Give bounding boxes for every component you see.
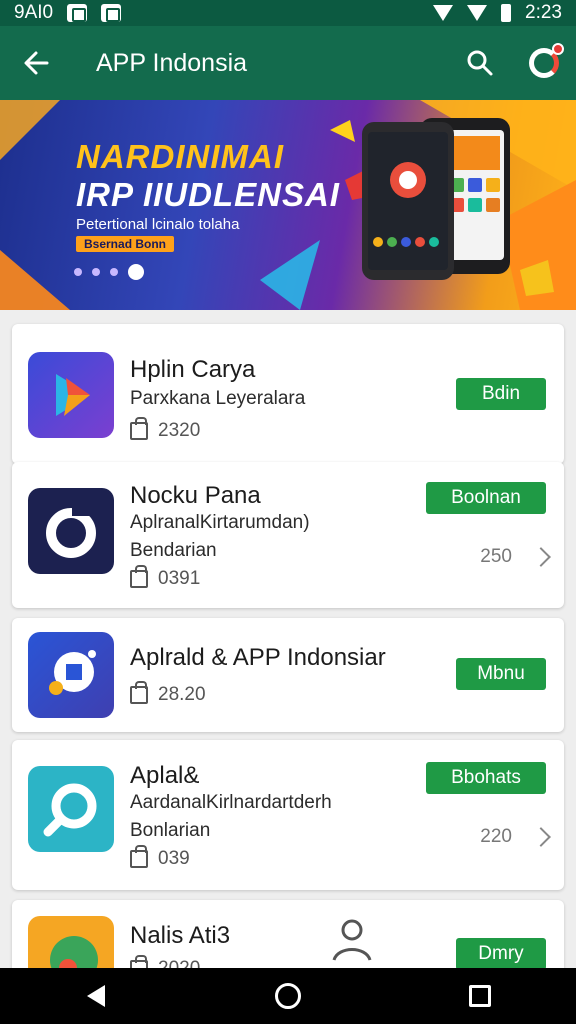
app-name: Aplrald & APP Indonsiar: [130, 644, 386, 671]
app-size: 220: [480, 826, 512, 847]
carousel-dot[interactable]: [110, 268, 118, 276]
carousel-dot[interactable]: [74, 268, 82, 276]
magnifier-shape-icon: [43, 783, 97, 837]
search-button[interactable]: [448, 26, 512, 100]
carousel-indicator: [74, 264, 144, 280]
app-meta: 0391: [130, 565, 201, 590]
app-description: Parxkana Leyeralara: [130, 388, 306, 409]
wifi-icon: [433, 5, 454, 21]
app-action-button[interactable]: Bbohats: [426, 762, 546, 794]
system-nav-bar: [0, 968, 576, 1024]
shopping-bag-icon: [130, 565, 148, 588]
status-time: 2:23: [525, 2, 562, 23]
shopping-bag-icon: [130, 417, 148, 440]
app-meta: 2320: [130, 417, 201, 442]
notification-icon: [101, 4, 122, 22]
banner-headline-1: NARDINIMAI: [76, 138, 284, 175]
app-size: 250: [480, 546, 512, 567]
notifications-button[interactable]: [512, 26, 576, 100]
notification-ring-icon: [529, 43, 564, 78]
app-card[interactable]: Nocku Pana AplranalKirtarumdan) Bendaria…: [12, 462, 564, 608]
carousel-dot-active[interactable]: [128, 264, 144, 280]
chevron-right-icon[interactable]: [531, 547, 551, 567]
chevron-right-icon[interactable]: [531, 827, 551, 847]
status-left-text: 9AI0: [14, 2, 54, 23]
app-description: AplranalKirtarumdan): [130, 512, 310, 533]
play-shape-icon: [56, 374, 90, 416]
nav-back-button[interactable]: [66, 968, 126, 1024]
app-action-button[interactable]: Dmry: [456, 938, 546, 970]
banner-headline-2: IRP IIUDLENSAI: [76, 176, 340, 213]
shopping-bag-icon: [130, 681, 148, 704]
search-icon: [467, 50, 493, 76]
page-title: APP Indonsia: [96, 48, 248, 77]
user-profile-icon: [332, 919, 372, 961]
nav-recents-button[interactable]: [450, 968, 510, 1024]
app-bar: APP Indonsia: [0, 26, 576, 100]
app-description-2: Bendarian: [130, 540, 217, 561]
app-icon-ring: [28, 488, 114, 574]
app-description-2: Bonlarian: [130, 820, 211, 841]
ring-shape-icon: [46, 502, 96, 558]
nav-home-button[interactable]: [258, 968, 318, 1024]
app-icon-play: [28, 352, 114, 438]
circle-home-icon: [275, 983, 301, 1009]
app-card[interactable]: Aplrald & APP Indonsiar 28.20 Mbnu: [12, 618, 564, 732]
promo-banner[interactable]: NARDINIMAI IRP IIUDLENSAI Petertional lc…: [0, 100, 576, 310]
app-meta: 28.20: [130, 681, 206, 706]
banner-subtitle: Petertional lcinalo tolaha: [76, 216, 240, 233]
battery-icon: [501, 4, 512, 22]
signal-icon: [467, 5, 488, 21]
status-right: 2:23: [433, 2, 562, 24]
status-left: 9AI0: [14, 2, 122, 24]
app-action-button[interactable]: Mbnu: [456, 658, 546, 690]
app-description: AardanalKirlnardartderh: [130, 792, 332, 813]
app-meta: 039: [130, 845, 190, 870]
banner-cta-button[interactable]: Bsernad Bonn: [76, 236, 175, 252]
carousel-dot[interactable]: [92, 268, 100, 276]
shopping-bag-icon: [130, 845, 148, 868]
app-icon-search: [28, 766, 114, 852]
app-action-button[interactable]: Boolnan: [426, 482, 546, 514]
square-recents-icon: [469, 985, 491, 1007]
chat-bubble-icon: [49, 650, 96, 695]
app-name: Nocku Pana: [130, 482, 261, 509]
screenshot-icon: [67, 4, 88, 22]
app-meta-value: 0391: [158, 568, 201, 589]
app-meta-value: 2320: [158, 420, 201, 441]
app-name: Nalis Ati3: [130, 922, 231, 949]
arrow-back-icon: [24, 51, 49, 75]
app-icon-chat: [28, 632, 114, 718]
back-button[interactable]: [0, 26, 72, 100]
app-meta-value: 039: [158, 848, 190, 869]
app-name: Aplal&: [130, 762, 200, 789]
notification-badge: [552, 43, 564, 55]
app-card[interactable]: Hplin Carya Parxkana Leyeralara 2320 Bdi…: [12, 324, 564, 464]
app-name: Hplin Carya: [130, 356, 256, 383]
app-action-button[interactable]: Bdin: [456, 378, 546, 410]
app-meta-value: 28.20: [158, 684, 206, 705]
triangle-back-icon: [87, 985, 105, 1007]
app-card[interactable]: Aplal& AardanalKirlnardartderh Bonlarian…: [12, 740, 564, 890]
status-bar: 9AI0 2:23: [0, 0, 576, 26]
